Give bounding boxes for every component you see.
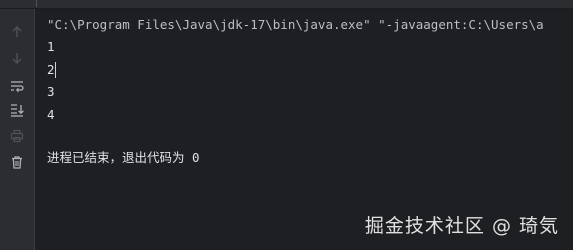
arrow-up-icon <box>10 25 24 39</box>
print-icon <box>10 129 24 143</box>
stop-icon[interactable] <box>42 0 52 15</box>
arrow-down-button[interactable] <box>5 47 29 69</box>
arrow-up-button[interactable] <box>5 21 29 43</box>
rerun-icon[interactable] <box>8 0 18 14</box>
output-line: 2 <box>47 62 55 77</box>
output-line: 4 <box>47 107 55 122</box>
settings-icon[interactable] <box>22 0 32 13</box>
scroll-to-end-icon <box>10 103 24 117</box>
scroll-to-end-button[interactable] <box>5 99 29 121</box>
pin-icon[interactable] <box>84 0 94 15</box>
text-caret <box>55 62 56 78</box>
arrow-down-icon <box>10 51 24 65</box>
exit-message: 进程已结束，退出代码为 0 <box>47 150 200 165</box>
restore-layout-icon[interactable] <box>64 0 74 15</box>
console-sidebar <box>0 9 35 250</box>
command-line: "C:\Program Files\Java\jdk-17\bin\java.e… <box>47 17 544 32</box>
top-toolbar <box>0 0 573 15</box>
clear-all-button[interactable] <box>5 151 29 173</box>
output-line: 1 <box>47 39 55 54</box>
output-line: 3 <box>47 84 55 99</box>
trash-icon <box>10 155 24 169</box>
print-button[interactable] <box>5 125 29 147</box>
soft-wrap-icon <box>10 79 24 93</box>
soft-wrap-button[interactable] <box>5 75 29 97</box>
more-icon[interactable] <box>104 0 114 13</box>
watermark: 掘金技术社区 @ 琦気 <box>364 215 559 237</box>
run-console-window: "C:\Program Files\Java\jdk-17\bin\java.e… <box>0 0 573 250</box>
toolbar-separator <box>36 0 37 7</box>
